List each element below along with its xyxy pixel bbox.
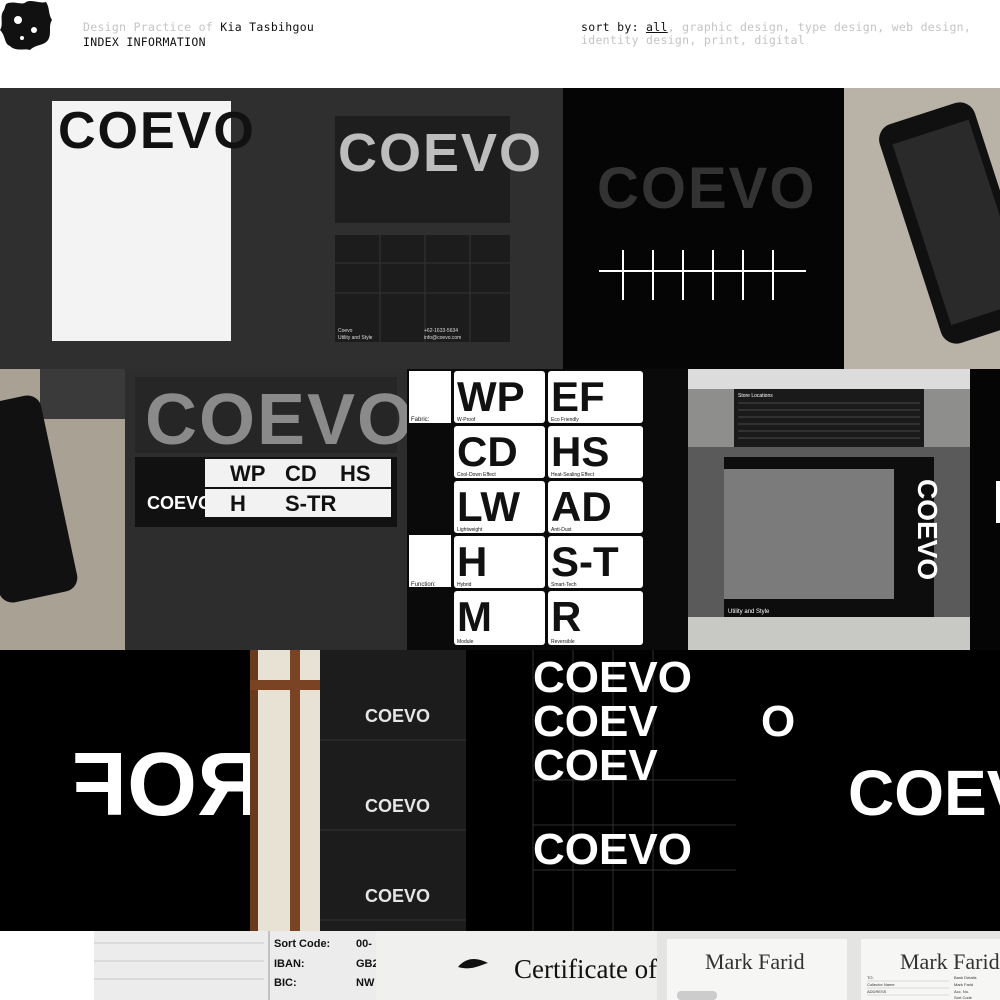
project-tile-tag-sheet[interactable]: Fabric: Function: WP EF CD HS LW AD H S-…	[407, 369, 688, 650]
pack-small-logo: COEVO	[147, 493, 212, 513]
nav-information[interactable]: INFORMATION	[126, 35, 205, 49]
crate-logo-2: COEVO	[365, 796, 430, 816]
project-tile-monogram[interactable]: ROF	[0, 650, 250, 931]
project-tile-letterhead[interactable]: COEVO COEVO Coevo Utility and Style +62-…	[0, 88, 563, 369]
construct-row-1: COEVO	[533, 653, 692, 702]
tag-caption-lightweight: Lightweight	[457, 527, 483, 533]
sort-option-all[interactable]: all	[646, 20, 668, 34]
bank-iban-label: IBAN:	[274, 958, 305, 970]
letterhead-logo: COEVO	[58, 102, 256, 160]
card2-collector: Collector Name	[867, 982, 895, 987]
dark-logo: COEVO	[597, 156, 817, 221]
bank-sortcode-label: Sort Code:	[274, 938, 330, 950]
tag-code-h: H	[457, 538, 487, 585]
designer-name: Kia Tasbihgou	[220, 20, 315, 34]
sort-filter: sort by: all, graphic design, type desig…	[581, 20, 972, 47]
card-front-logo: COEVO	[338, 123, 543, 183]
designer-credit: Design Practice of Kia Tasbihgou	[83, 21, 314, 34]
construct-row-2: COEV	[533, 697, 658, 746]
crate-logo-3: COEVO	[365, 886, 430, 906]
tag-caption-module: Module	[457, 639, 474, 645]
card2-to: TO:	[867, 975, 874, 980]
project-tile-crates[interactable]: COEVO COEVO COEVO	[250, 650, 466, 931]
card-email: info@coevo.com	[424, 335, 461, 341]
pack-logo: COEVO	[145, 380, 407, 460]
bank-sortcode-value: 00-	[356, 938, 372, 950]
row4-gap	[0, 931, 94, 1000]
card2-sortcode: Sort Code	[954, 995, 973, 1000]
ad-tagline: Utility and Style	[728, 609, 770, 615]
tag-caption-reversible: Reversible	[551, 639, 575, 645]
card2-bank: Bank Details	[954, 975, 976, 980]
fabric-label: Fabric:	[411, 417, 430, 423]
tag-caption-wproof: W-Proof	[457, 417, 476, 423]
leaf-icon	[458, 959, 488, 969]
tag-code-ad: AD	[551, 483, 612, 530]
main-nav: INDEX INFORMATION	[83, 35, 206, 49]
project-tile-certificate[interactable]: Certificate of A	[376, 931, 657, 1000]
sort-option-digital[interactable]: digital	[754, 33, 805, 47]
project-tile-edge[interactable]	[970, 369, 1000, 650]
card-name: Coevo	[338, 328, 353, 334]
tag-code-m: M	[457, 593, 492, 640]
project-tile-bank-details[interactable]: Sort Code: 00- IBAN: GB2 BIC: NW	[94, 931, 376, 1000]
bank-bic-label: BIC:	[274, 977, 297, 989]
tag-caption-smarttech: Smart-Tech	[551, 582, 577, 588]
card1-name: Mark Farid	[705, 949, 805, 974]
bank-iban-value: GB2	[356, 958, 376, 970]
sort-option-type-design[interactable]: type design	[798, 20, 877, 34]
site-header: Design Practice of Kia Tasbihgou INDEX I…	[0, 0, 1000, 88]
sort-label: sort by:	[581, 20, 639, 34]
tag-code-hs: HS	[551, 428, 609, 475]
tag-caption-heatseal: Heat-Sealing Effect	[551, 472, 595, 478]
store-board-title: Store Locations	[738, 393, 773, 399]
pack-code-wp: WP	[230, 461, 265, 486]
card2-holder: Mark Farid	[954, 982, 973, 987]
designer-prefix: Design Practice of	[83, 20, 221, 34]
project-tile-logo-construction[interactable]: COEVO COEV O COEV COEVO COEV	[466, 650, 1000, 931]
project-tile-cards[interactable]: Mark Farid Mark Farid TO: Collector Name…	[657, 931, 1000, 1000]
pack-code-hs: HS	[340, 461, 371, 486]
card2-acc: Acc. No.	[954, 989, 969, 994]
card2-name: Mark Farid	[900, 949, 1000, 974]
card-tagline: Utility and Style	[338, 335, 373, 341]
sort-option-print[interactable]: print	[704, 33, 740, 47]
tag-code-lw: LW	[457, 483, 520, 530]
project-tile-pack[interactable]: COEVO COEVO WP CD HS H S-TR	[125, 369, 407, 650]
project-tile-desk-phone[interactable]	[0, 369, 125, 650]
crate-logo-1: COEVO	[365, 706, 430, 726]
tag-caption-cooldown: Cool-Down Effect	[457, 472, 496, 478]
tag-caption-antidust: Anti-Dust	[551, 527, 572, 533]
large-logo-right: COEV	[848, 757, 1000, 829]
studio-logo-icon[interactable]	[0, 0, 52, 52]
card2-address: ADDRESS	[867, 989, 887, 994]
project-tile-black-logo[interactable]: COEVO	[563, 88, 844, 369]
construct-row-3: COEV	[533, 741, 658, 790]
card-phone: +62-1633-5634	[424, 328, 458, 334]
tag-code-cd: CD	[457, 428, 518, 475]
sort-option-web-design[interactable]: web design	[892, 20, 964, 34]
certificate-title: Certificate of A	[514, 954, 657, 984]
sort-option-identity-design[interactable]: identity design	[581, 33, 689, 47]
tag-code-ef: EF	[551, 373, 605, 420]
monogram-mirrored: ROF	[72, 735, 250, 835]
tag-caption-hybrid: Hybrid	[457, 582, 472, 588]
project-tile-phone-mockup[interactable]	[844, 88, 1000, 369]
project-tile-subway-ad[interactable]: Store Locations Utility and Style COEVO	[688, 369, 970, 650]
nav-index[interactable]: INDEX	[83, 35, 119, 49]
tag-caption-eco: Eco Friendly	[551, 417, 579, 423]
pack-code-h: H	[230, 491, 246, 516]
bank-bic-value: NW	[356, 977, 375, 989]
sort-option-graphic-design[interactable]: graphic design	[682, 20, 783, 34]
tag-code-st: S-T	[551, 538, 619, 585]
tag-code-r: R	[551, 593, 581, 640]
tag-code-wp: WP	[457, 373, 525, 420]
construct-fragment: O	[761, 697, 795, 746]
function-label: Function:	[411, 582, 436, 588]
pack-code-str: S-TR	[285, 491, 336, 516]
pack-code-cd: CD	[285, 461, 317, 486]
construct-row-4: COEVO	[533, 825, 692, 874]
ad-vertical-logo: COEVO	[912, 479, 943, 580]
